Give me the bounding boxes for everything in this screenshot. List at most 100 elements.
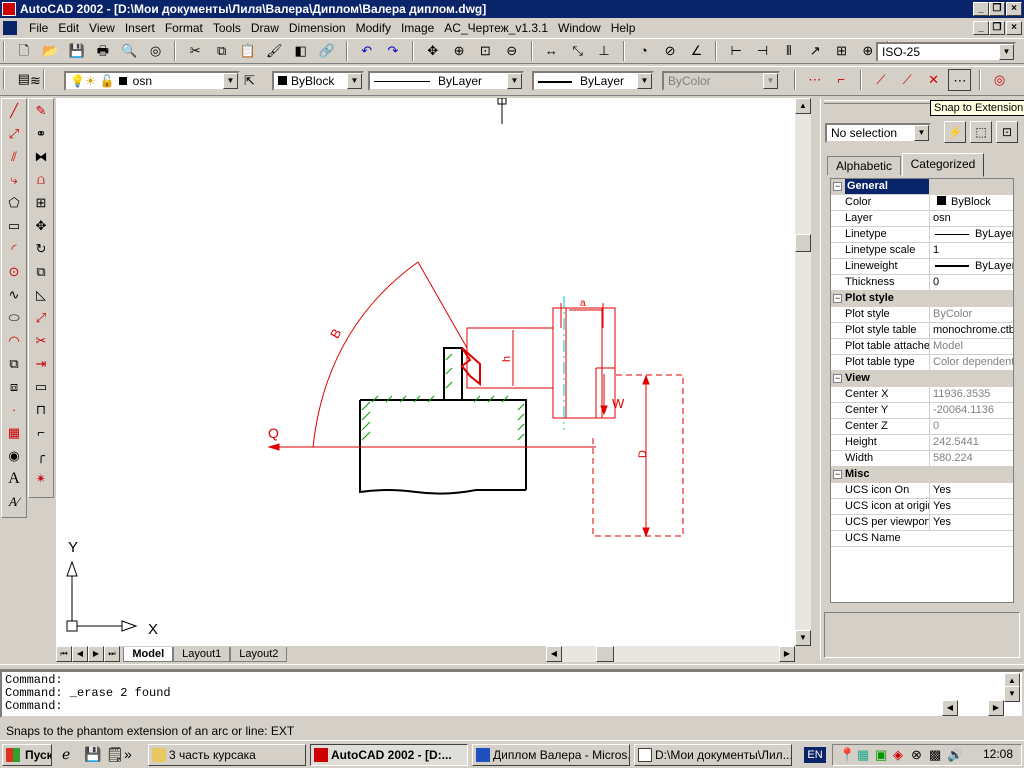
close-button[interactable]: × [1006,2,1022,16]
move-icon[interactable]: ✥ [29,214,53,237]
property-value[interactable]: Yes [929,515,1013,530]
property-row[interactable]: Plot table type Color dependent [831,355,1013,371]
layer-previous-icon[interactable]: ≋ [30,71,58,91]
offset-icon[interactable]: ⩍ [29,168,53,191]
notepad-icon[interactable]: 🗒 [106,746,124,763]
task-explorer[interactable]: D:\Мои документы\Лил... [634,744,792,766]
ordinate-dim-icon[interactable]: ⊥ [593,40,616,62]
property-category[interactable]: − Plot style [831,291,1013,307]
property-row[interactable]: Layer osn [831,211,1013,227]
tab-model[interactable]: Model [123,647,174,662]
property-row[interactable]: UCS icon On Yes [831,483,1013,499]
property-value[interactable]: Yes [929,483,1013,498]
tab-categorized[interactable]: Categorized [902,153,984,177]
minimize-button[interactable]: _ [973,2,989,16]
erase-icon[interactable]: ✎ [29,99,53,122]
ellipse-arc-icon[interactable]: ◠ [2,329,26,352]
selection-select[interactable]: No selection ▼ [825,123,931,143]
floppy-icon[interactable]: 💾 [84,746,101,763]
quicklaunch-more-icon[interactable]: » [124,746,132,762]
property-value[interactable]: 0 [929,275,1013,290]
collapse-icon[interactable]: − [833,374,842,383]
line-icon[interactable]: ╱ [2,99,26,122]
chamfer-icon[interactable]: ⌐ [29,421,53,444]
baseline-dim-icon[interactable]: ⊢ [725,40,748,62]
property-row[interactable]: Color ByBlock [831,195,1013,211]
property-row[interactable]: Plot table attache Model [831,339,1013,355]
break-icon[interactable]: ⊓ [29,398,53,421]
menu-insert[interactable]: Insert [120,18,160,38]
tab-first-icon[interactable]: ⏮ [56,646,72,662]
dimstyle-select[interactable]: ISO-25 ▼ [876,42,1016,62]
make-current-icon[interactable]: ⇱ [244,71,268,91]
property-category[interactable]: − Misc [831,467,1013,483]
publish-icon[interactable]: ◎ [144,40,167,62]
scroll-down-icon[interactable]: ▼ [795,630,811,646]
scroll-thumb[interactable] [795,234,811,252]
fillet-icon[interactable]: ╭ [29,444,53,467]
lineweight-select[interactable]: ByLayer ▼ [532,71,654,91]
chevron-down-icon[interactable]: ▼ [223,73,238,89]
property-value[interactable]: 1 [929,243,1013,258]
angular-dim-icon[interactable]: ∠ [685,40,708,62]
make-block-icon[interactable]: ⧈ [2,375,26,398]
menu-ac-чертеж-v1-3-1[interactable]: AC_Чертеж_v1.3.1 [439,18,553,38]
property-value[interactable]: ByColor [929,307,1013,322]
clock[interactable]: 12:08 [983,747,1013,761]
snap-midpoint-icon[interactable]: ⟋ [896,69,919,91]
extend-icon[interactable]: ⇥ [29,352,53,375]
property-row[interactable]: Lineweight ByLayer [831,259,1013,275]
tray-chart-icon[interactable]: ▦ [857,747,869,763]
menu-format[interactable]: Format [160,18,208,38]
aligned-dim-icon[interactable]: ⤡ [566,40,589,62]
break-at-point-icon[interactable]: ▭ [29,375,53,398]
menu-draw[interactable]: Draw [246,18,284,38]
chevron-down-icon[interactable]: ▼ [999,44,1014,60]
doc-minimize-button[interactable]: _ [973,21,989,35]
horizontal-scrollbar[interactable]: ◀ ▶ [546,646,795,662]
tray-pin-icon[interactable]: 📍 [839,747,855,763]
scroll-right-icon[interactable]: ▶ [779,646,795,662]
leader-icon[interactable]: ↗ [804,40,827,62]
property-value[interactable]: Model [929,339,1013,354]
vertical-scrollbar[interactable]: ▲ ▼ [795,98,811,646]
print-icon[interactable]: 🖶 [91,40,114,62]
menu-help[interactable]: Help [606,18,641,38]
radius-dim-icon[interactable]: ◔ [632,40,655,62]
ellipse-icon[interactable]: ⬭ [2,306,26,329]
stretch-icon[interactable]: ◺ [29,283,53,306]
command-input[interactable]: Command: [5,700,1019,713]
array-icon[interactable]: ⊞ [29,191,53,214]
property-value[interactable]: osn [929,211,1013,226]
hscroll-thumb[interactable] [596,646,614,662]
trim-icon[interactable]: ✂ [29,329,53,352]
property-row[interactable]: Thickness 0 [831,275,1013,291]
redo-icon[interactable]: ↷ [382,40,405,62]
property-row[interactable]: UCS icon at origin Yes [831,499,1013,515]
property-row[interactable]: Center X 11936.3535 [831,387,1013,403]
task-folder[interactable]: 3 часть курсака [148,744,306,766]
circle-icon[interactable]: ⊙ [2,260,26,283]
menu-modify[interactable]: Modify [351,18,396,38]
autocad-app-icon[interactable] [2,2,16,16]
collapse-icon[interactable]: − [833,470,842,479]
point-icon[interactable]: · [2,398,26,421]
tab-prev-icon[interactable]: ◀ [72,646,88,662]
menu-edit[interactable]: Edit [53,18,84,38]
rotate-icon[interactable]: ↻ [29,237,53,260]
cut-icon[interactable]: ✂ [184,40,207,62]
pan-realtime-icon[interactable]: ✥ [421,40,444,62]
scroll-up-icon[interactable]: ▲ [795,98,811,114]
chevron-down-icon[interactable]: ▼ [507,73,522,89]
plotstyle-select[interactable]: ByColor ▼ [662,71,780,91]
text-style-icon[interactable]: A⁄ [2,490,26,513]
menu-tools[interactable]: Tools [208,18,246,38]
property-row[interactable]: Linetype ByLayer [831,227,1013,243]
property-row[interactable]: Plot style table monochrome.ctb [831,323,1013,339]
property-row[interactable]: Linetype scale 1 [831,243,1013,259]
color-select[interactable]: ByBlock ▼ [272,71,364,91]
property-value[interactable]: 0 [929,419,1013,434]
property-value[interactable]: -20064.1136 [929,403,1013,418]
hyperlink-icon[interactable]: 🔗 [315,40,338,62]
explode-icon[interactable]: ✴ [29,467,53,490]
